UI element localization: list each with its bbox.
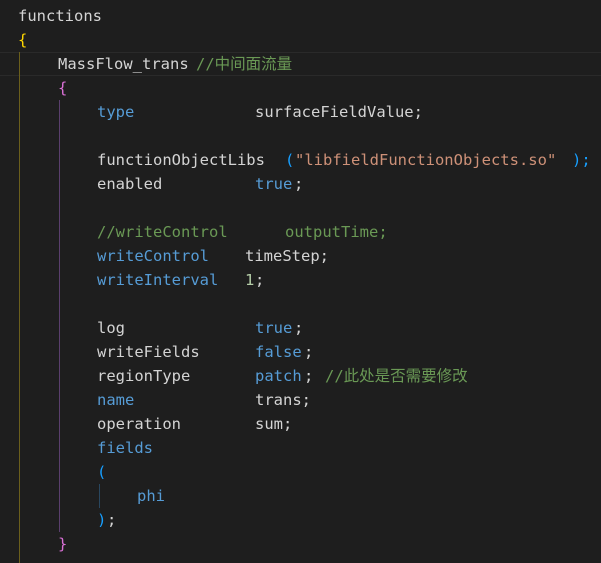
key-log: log — [97, 319, 125, 337]
code-line-2: { — [0, 28, 37, 52]
paren-open: ( — [285, 151, 295, 169]
paren-close: ) — [97, 511, 107, 529]
code-line-14: log true ; — [0, 316, 303, 340]
code-line-18: operation sum; — [0, 412, 292, 436]
semicolon: ; — [304, 367, 314, 385]
value-bool: true — [255, 175, 293, 193]
code-line-4: { — [0, 76, 67, 100]
keyword-functions: functions — [18, 7, 102, 25]
semicolon: ; — [294, 175, 304, 193]
code-line-20: ( — [0, 460, 106, 484]
code-line-22: ) ; — [0, 508, 116, 532]
key-fields: fields — [97, 439, 153, 457]
value-bool: true — [255, 319, 293, 337]
code-line-11: writeControl timeStep; — [0, 244, 329, 268]
brace-open: { — [58, 79, 68, 97]
value: surfaceFieldValue; — [255, 103, 423, 121]
code-line-8: enabled true ; — [0, 172, 303, 196]
key-name: name — [97, 391, 135, 409]
paren-close: ); — [572, 151, 591, 169]
comment: //中间面流量 — [196, 55, 293, 73]
brace-open: { — [18, 31, 28, 49]
value-bool: false — [255, 343, 302, 361]
semicolon: ; — [255, 271, 265, 289]
code-line-5: type surfaceFieldValue; — [0, 100, 423, 124]
value: trans; — [255, 391, 311, 409]
comment: outputTime; — [285, 223, 388, 241]
key-enabled: enabled — [97, 175, 163, 193]
code-line-17: name trans; — [0, 388, 311, 412]
brace-close: } — [58, 535, 68, 553]
code-line-19: fields — [0, 436, 153, 460]
value: timeStep; — [245, 247, 329, 265]
code-line-7: functionObjectLibs ( "libfieldFunctionOb… — [0, 148, 591, 172]
code-line-16: regionType patch ; //此处是否需要修改 — [0, 364, 468, 388]
function-name: MassFlow_trans — [58, 55, 189, 73]
code-line-10: //writeControl outputTime; — [0, 220, 388, 244]
key-writeInterval: writeInterval — [97, 271, 219, 289]
comment: //writeControl — [97, 223, 228, 241]
indent-guide — [99, 484, 100, 508]
semicolon: ; — [107, 511, 117, 529]
code-line-1: functions — [0, 4, 102, 28]
code-line-3: MassFlow_trans //中间面流量 — [0, 52, 292, 76]
semicolon: ; — [294, 319, 304, 337]
code-line-15: writeFields false ; — [0, 340, 313, 364]
key-operation: operation — [97, 415, 181, 433]
value-number: 1 — [245, 271, 255, 289]
key-type: type — [97, 103, 135, 121]
key-regionType: regionType — [97, 367, 191, 385]
field-phi: phi — [137, 487, 165, 505]
key-writeControl: writeControl — [97, 247, 209, 265]
code-editor[interactable]: functions { MassFlow_trans //中间面流量 { typ… — [0, 0, 601, 563]
paren-open: ( — [97, 463, 107, 481]
value: sum; — [255, 415, 293, 433]
code-line-21: phi — [0, 484, 165, 508]
code-line-12: writeInterval 1 ; — [0, 268, 264, 292]
indent-guide — [59, 100, 60, 532]
key-functionObjectLibs: functionObjectLibs — [97, 151, 265, 169]
key-writeFields: writeFields — [97, 343, 200, 361]
code-line-23: } — [0, 532, 67, 556]
comment: //此处是否需要修改 — [325, 367, 468, 385]
value-patch: patch — [255, 367, 302, 385]
string-value: "libfieldFunctionObjects.so" — [295, 151, 557, 169]
semicolon: ; — [304, 343, 314, 361]
